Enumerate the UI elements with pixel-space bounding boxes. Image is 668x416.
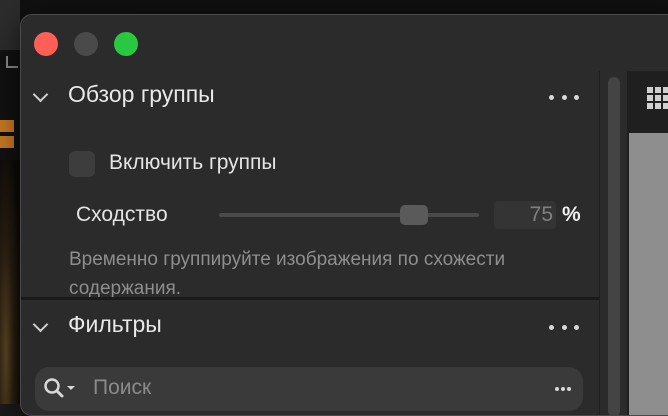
preview-area: [629, 133, 668, 415]
section-divider: [21, 297, 599, 300]
background-thumbnail: [0, 136, 14, 148]
zoom-button[interactable]: [114, 32, 138, 56]
background-arrow-icon: [6, 56, 18, 68]
adjacent-panel: [627, 71, 668, 415]
group-description: Временно группируйте изображения по схож…: [69, 249, 506, 299]
group-overview-header[interactable]: Обзор группы: [21, 71, 599, 121]
grid-icon[interactable]: [647, 87, 668, 109]
ellipsis-icon[interactable]: [549, 323, 579, 331]
scrollbar[interactable]: [599, 71, 628, 415]
search-input[interactable]: [93, 375, 533, 401]
inspector-panel: Обзор группы Включить группы Сходство 75…: [21, 71, 599, 415]
background-thumbnail: [0, 120, 14, 132]
enable-groups-checkbox[interactable]: [69, 151, 95, 177]
scrollbar-thumb[interactable]: [608, 77, 620, 415]
similarity-slider-thumb[interactable]: [400, 205, 428, 225]
title-bar[interactable]: [21, 15, 668, 71]
chevron-down-icon[interactable]: [32, 86, 49, 103]
filters-header[interactable]: Фильтры: [21, 301, 599, 351]
similarity-slider[interactable]: [219, 213, 479, 217]
ellipsis-icon[interactable]: [555, 386, 571, 392]
search-icon[interactable]: [43, 377, 77, 399]
chevron-down-icon[interactable]: [32, 316, 49, 333]
percent-unit: %: [562, 203, 581, 226]
close-button[interactable]: [34, 32, 58, 56]
similarity-value-field[interactable]: 75: [494, 201, 556, 229]
minimize-button[interactable]: [74, 32, 98, 56]
filter-search-box[interactable]: [35, 367, 583, 411]
section-title: Фильтры: [68, 311, 162, 337]
similarity-value: 75: [529, 203, 553, 226]
background-window: [0, 0, 20, 404]
similarity-label: Сходство: [76, 203, 168, 226]
group-overview-window: Обзор группы Включить группы Сходство 75…: [20, 14, 668, 416]
background-photo: [0, 160, 20, 404]
background-window-toolbar: [0, 0, 20, 50]
ellipsis-icon[interactable]: [549, 93, 579, 101]
section-title: Обзор группы: [68, 81, 215, 107]
enable-groups-label[interactable]: Включить группы: [109, 151, 276, 175]
